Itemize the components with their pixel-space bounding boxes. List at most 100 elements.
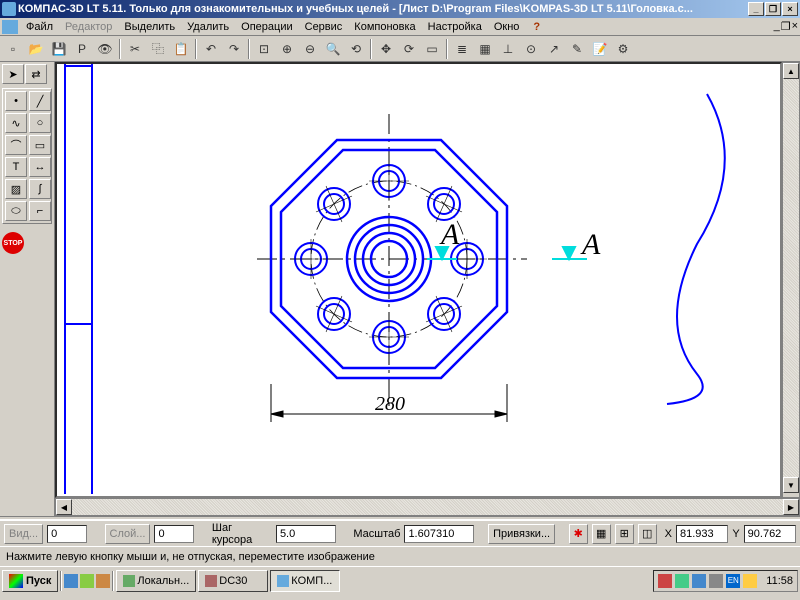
tray-icon[interactable] xyxy=(675,574,689,588)
menu-select[interactable]: Выделить xyxy=(118,20,181,34)
preview-button[interactable]: 👁 xyxy=(94,38,116,60)
task-button-1[interactable]: Локальн... xyxy=(116,570,196,592)
line-tool[interactable]: ╱ xyxy=(29,91,51,111)
polyline-tool[interactable]: ∿ xyxy=(5,113,27,133)
text-tool[interactable]: T xyxy=(5,157,27,177)
zoom-out-button[interactable]: ⊖ xyxy=(299,38,321,60)
zoom-all-button[interactable]: ⊡ xyxy=(253,38,275,60)
scale-field[interactable] xyxy=(404,525,474,543)
snap-toggle-4[interactable]: ◫ xyxy=(638,524,657,544)
hatch-tool[interactable]: ▨ xyxy=(5,179,27,199)
lang-icon[interactable]: EN xyxy=(726,574,740,588)
toggle-tool[interactable]: ⇄ xyxy=(25,64,47,84)
zoom-in-button[interactable]: ⊕ xyxy=(276,38,298,60)
new-button[interactable]: ▫ xyxy=(2,38,24,60)
dimension-tool[interactable]: ↔ xyxy=(29,157,51,177)
print-button[interactable]: P xyxy=(71,38,93,60)
main-toolbar: ▫ 📂 💾 P 👁 ✂ ⿻ 📋 ↶ ↷ ⊡ ⊕ ⊖ 🔍 ⟲ ✥ ⟳ ▭ ≣ ▦ … xyxy=(0,36,800,62)
scroll-right-arrow[interactable]: ▶ xyxy=(783,499,799,515)
doc-restore-button[interactable]: ❐ xyxy=(781,20,791,33)
undo-button[interactable]: ↶ xyxy=(200,38,222,60)
snap-toggle-3[interactable]: ⊞ xyxy=(615,524,634,544)
start-button[interactable]: Пуск xyxy=(2,570,58,592)
menu-operations[interactable]: Операции xyxy=(235,20,298,34)
pan-button[interactable]: ✥ xyxy=(375,38,397,60)
scroll-track[interactable] xyxy=(72,499,783,515)
spline-tool[interactable]: ∫ xyxy=(29,179,51,199)
arc-tool[interactable]: ⌒ xyxy=(5,135,27,155)
scroll-down-arrow[interactable]: ▼ xyxy=(783,477,799,493)
circle-tool[interactable]: ○ xyxy=(29,113,51,133)
fillet-tool[interactable]: ⌐ xyxy=(29,201,51,221)
open-button[interactable]: 📂 xyxy=(25,38,47,60)
scroll-left-arrow[interactable]: ◀ xyxy=(56,499,72,515)
window-title: КОМПАС-3D LT 5.11. Только для ознакомите… xyxy=(18,3,748,15)
snap-toggle-1[interactable]: ✱ xyxy=(569,524,588,544)
cursor-step-field[interactable] xyxy=(276,525,336,543)
task-icon xyxy=(205,575,217,587)
layers-button[interactable]: ≣ xyxy=(451,38,473,60)
title-bar: КОМПАС-3D LT 5.11. Только для ознакомите… xyxy=(0,0,800,18)
view-button[interactable]: Вид... xyxy=(4,524,43,544)
paste-button[interactable]: 📋 xyxy=(170,38,192,60)
tray-icon[interactable] xyxy=(743,574,757,588)
zoom-window-button[interactable]: 🔍 xyxy=(322,38,344,60)
edit-button[interactable]: ✎ xyxy=(566,38,588,60)
save-button[interactable]: 💾 xyxy=(48,38,70,60)
tray-icon[interactable] xyxy=(658,574,672,588)
redo-button[interactable]: ↷ xyxy=(223,38,245,60)
menu-service[interactable]: Сервис xyxy=(299,20,349,34)
drawing-canvas[interactable]: 280 А А xyxy=(55,62,782,498)
rect-tool[interactable]: ▭ xyxy=(29,135,51,155)
menu-editor[interactable]: Редактор xyxy=(59,20,118,34)
layer-field[interactable] xyxy=(154,525,194,543)
point-tool[interactable]: • xyxy=(5,91,27,111)
close-button[interactable]: × xyxy=(782,2,798,16)
snap-button[interactable]: Привязки... xyxy=(488,524,555,544)
task-icon xyxy=(277,575,289,587)
doc-minimize-button[interactable]: _ xyxy=(774,20,780,33)
menu-file[interactable]: Файл xyxy=(20,20,59,34)
redraw-button[interactable]: ⟳ xyxy=(398,38,420,60)
minimize-button[interactable]: _ xyxy=(748,2,764,16)
canvas-wrapper: 280 А А ▲ xyxy=(55,62,800,516)
scroll-track[interactable] xyxy=(783,79,799,477)
horizontal-scrollbar[interactable]: ◀ ▶ xyxy=(55,498,800,516)
menu-delete[interactable]: Удалить xyxy=(181,20,235,34)
macro-button[interactable]: ⚙ xyxy=(612,38,634,60)
scale-label: Масштаб xyxy=(353,528,400,540)
props-button[interactable]: 📝 xyxy=(589,38,611,60)
cut-button[interactable]: ✂ xyxy=(124,38,146,60)
snap-button[interactable]: ⊙ xyxy=(520,38,542,60)
task-button-3[interactable]: КОМП... xyxy=(270,570,340,592)
task-button-2[interactable]: DC30 xyxy=(198,570,268,592)
quicklaunch-icon[interactable] xyxy=(96,574,110,588)
snap-toggle-2[interactable]: ▦ xyxy=(592,524,611,544)
clock[interactable]: 11:58 xyxy=(766,575,793,587)
layer-button[interactable]: Слой... xyxy=(105,524,151,544)
restore-button[interactable]: ❐ xyxy=(765,2,781,16)
scroll-up-arrow[interactable]: ▲ xyxy=(783,63,799,79)
status-bar: Нажмите левую кнопку мыши и, не отпуская… xyxy=(0,546,800,566)
menu-help[interactable]: ? xyxy=(527,20,546,34)
tray-icon[interactable] xyxy=(709,574,723,588)
menu-window[interactable]: Окно xyxy=(488,20,526,34)
doc-close-button[interactable]: × xyxy=(792,20,798,33)
view-field[interactable] xyxy=(47,525,87,543)
quicklaunch-icon[interactable] xyxy=(80,574,94,588)
stop-button[interactable]: STOP xyxy=(2,232,24,254)
zoom-prev-button[interactable]: ⟲ xyxy=(345,38,367,60)
arrow-tool[interactable]: ➤ xyxy=(2,64,24,84)
copy-button[interactable]: ⿻ xyxy=(147,38,169,60)
tray-icon[interactable] xyxy=(692,574,706,588)
ellipse-tool[interactable]: ⬭ xyxy=(5,201,27,221)
grid-button[interactable]: ▦ xyxy=(474,38,496,60)
vertical-scrollbar[interactable]: ▲ ▼ xyxy=(782,62,800,498)
ortho-button[interactable]: ⊥ xyxy=(497,38,519,60)
window-next-button[interactable]: ▭ xyxy=(421,38,443,60)
quicklaunch-icon[interactable] xyxy=(64,574,78,588)
menu-layout[interactable]: Компоновка xyxy=(348,20,421,34)
menu-bar: Файл Редактор Выделить Удалить Операции … xyxy=(0,18,800,36)
menu-settings[interactable]: Настройка xyxy=(422,20,488,34)
coord-button[interactable]: ↗ xyxy=(543,38,565,60)
